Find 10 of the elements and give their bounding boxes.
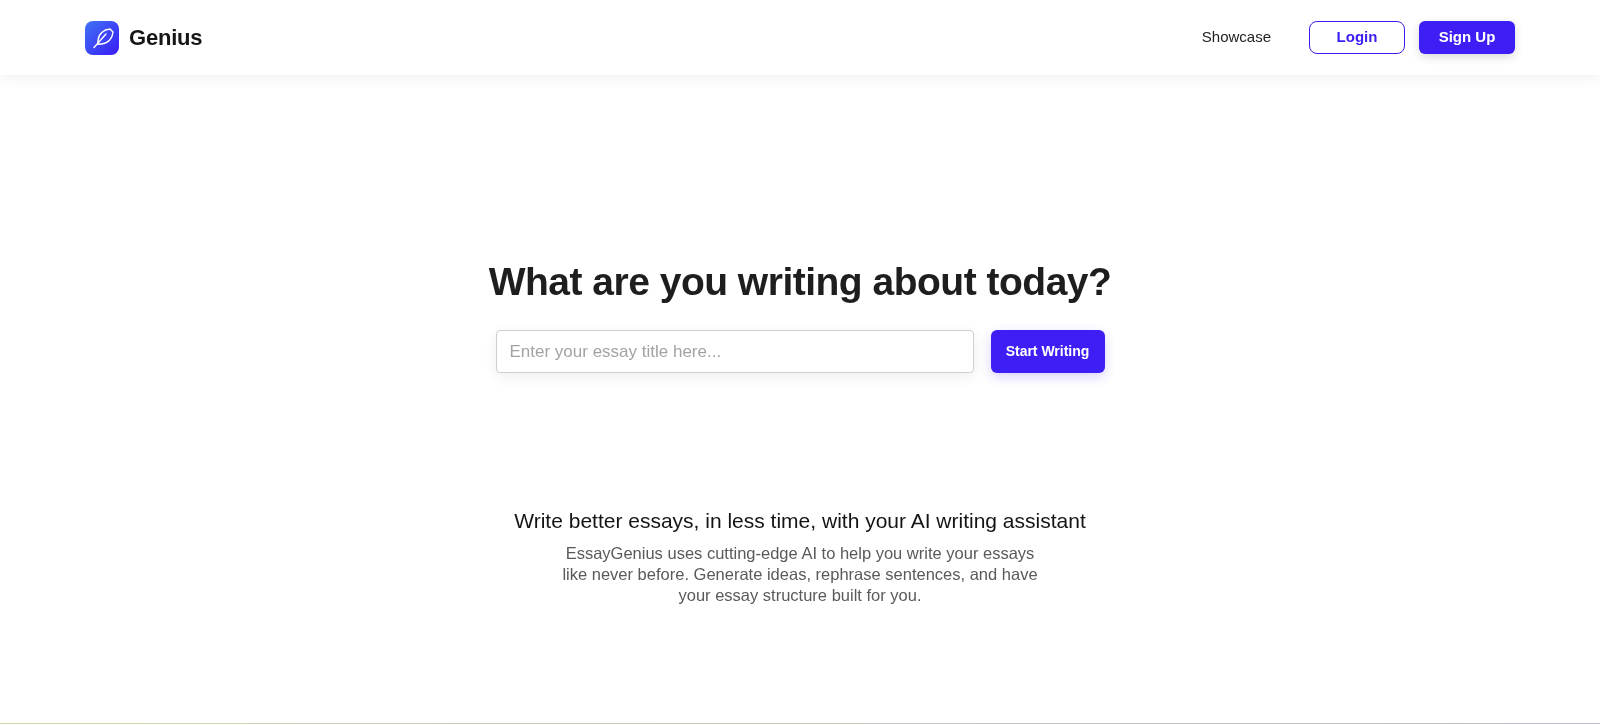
brand-name[interactable]: Genius [129,21,203,54]
intro-heading: Write better essays, in less time, with your AI writing assistant [514,508,1086,534]
intro-paragraph: EssayGenius uses cutting-edge AI to help you write your essays like never before. Generate ideas, rephrase sentences, and have your essay structure built for you. [561,543,1039,606]
start-writing-button[interactable]: Start Writing [990,330,1105,373]
sign-up-button[interactable]: Sign Up [1419,21,1515,54]
showcase-link[interactable]: Showcase [1199,26,1273,49]
hero-heading: What are you writing about today? [488,259,1112,305]
essay-title-input[interactable]: Enter your essay title here... [495,330,974,373]
login-button[interactable]: Login [1309,21,1405,54]
feather-logo-icon[interactable] [85,20,119,55]
